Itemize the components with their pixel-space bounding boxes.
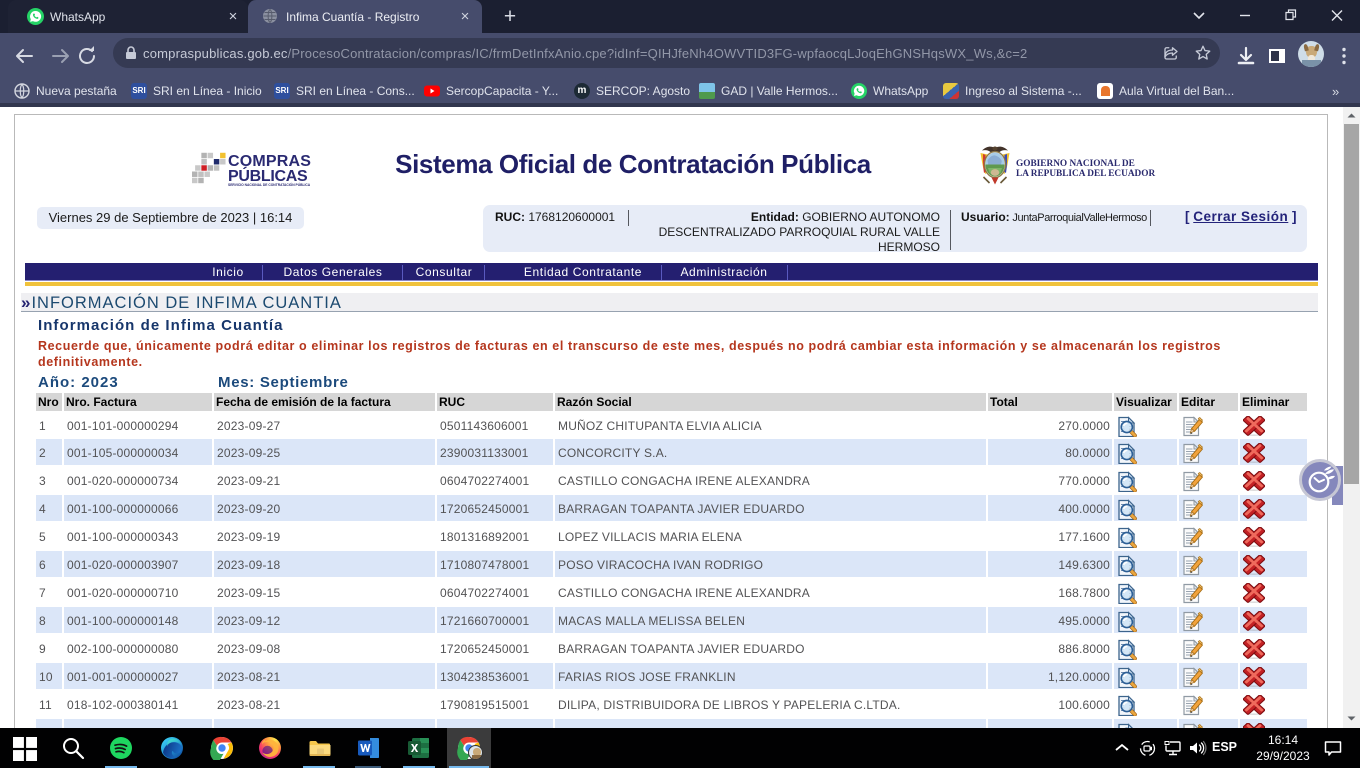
- svg-text:SERVICIO NACIONAL DE CONTRATAC: SERVICIO NACIONAL DE CONTRATACIÓN PÚBLIC…: [228, 182, 311, 187]
- svg-text:PÚBLICAS: PÚBLICAS: [228, 166, 308, 185]
